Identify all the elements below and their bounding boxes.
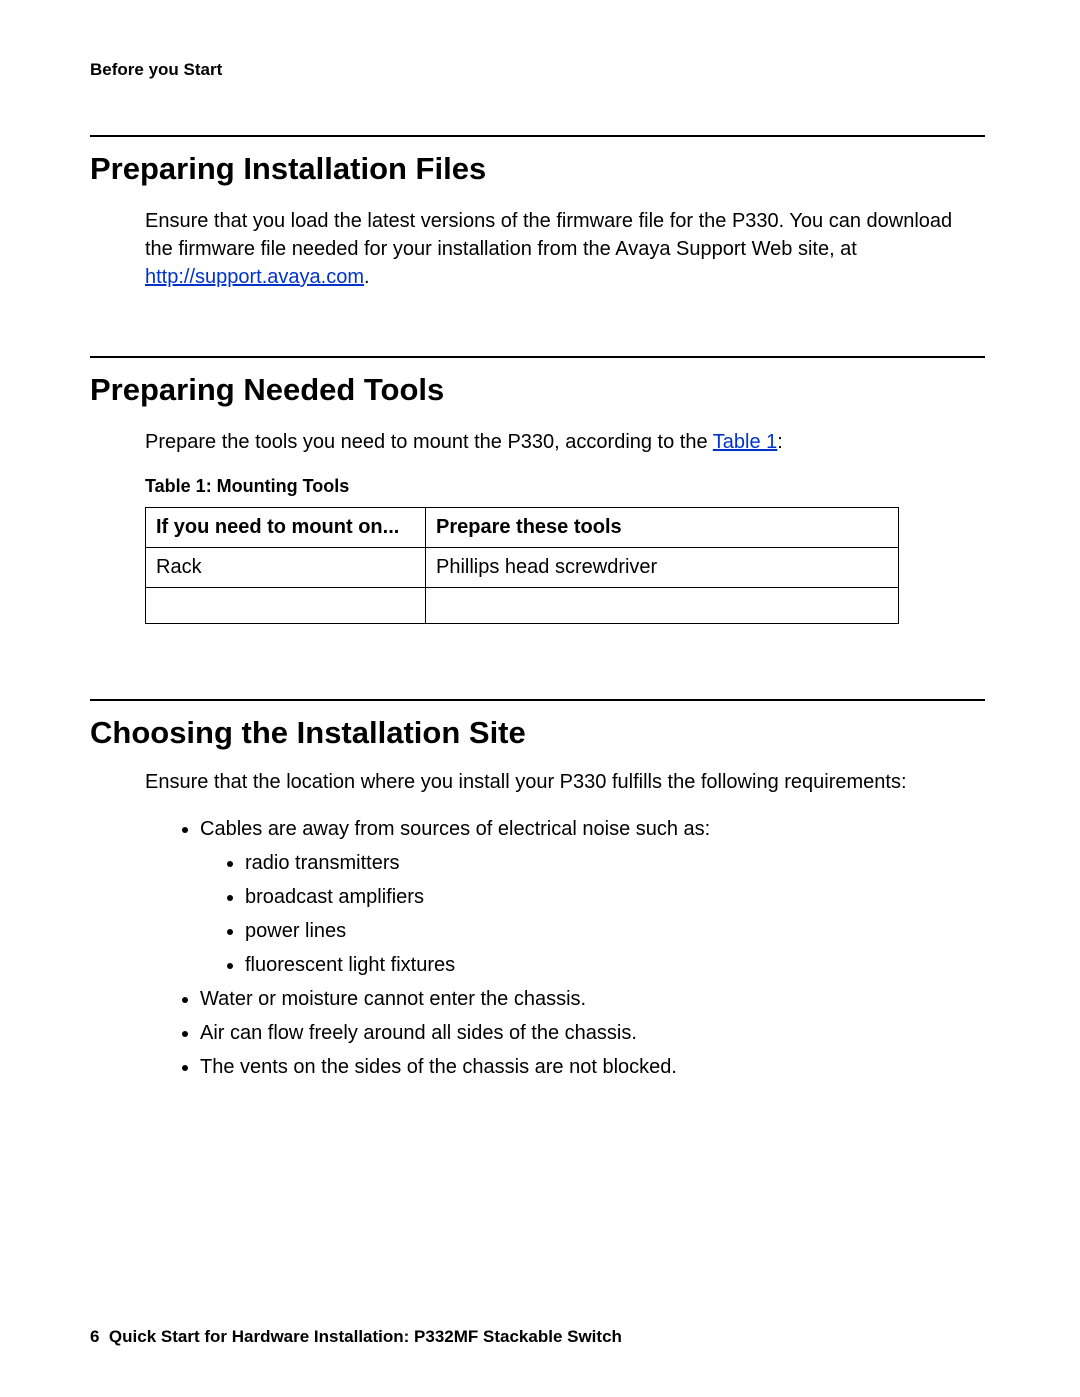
table-header-cell: Prepare these tools [426,508,899,548]
paragraph: Ensure that the location where you insta… [145,771,985,794]
paragraph: Prepare the tools you need to mount the … [145,428,985,456]
mounting-tools-table: If you need to mount on... Prepare these… [145,507,899,624]
section-rule [90,356,985,358]
text: . [364,266,370,288]
heading-choosing-installation-site: Choosing the Installation Site [90,715,985,751]
list-item: radio transmitters [245,846,985,880]
footer-doc-title: Quick Start for Hardware Installation: P… [109,1327,622,1346]
table-header-row: If you need to mount on... Prepare these… [146,508,899,548]
table-header-cell: If you need to mount on... [146,508,426,548]
section-rule [90,135,985,137]
heading-preparing-installation-files: Preparing Installation Files [90,151,985,187]
list-item: Cables are away from sources of electric… [200,812,985,982]
table-reference-link[interactable]: Table 1 [713,431,778,453]
table-cell: Phillips head screwdriver [426,548,899,588]
table-row: Rack Phillips head screwdriver [146,548,899,588]
list-item: fluorescent light fixtures [245,948,985,982]
table-cell [426,588,899,624]
list-item: power lines [245,914,985,948]
running-header: Before you Start [90,60,985,80]
page-footer: 6 Quick Start for Hardware Installation:… [90,1327,622,1347]
table-row [146,588,899,624]
page-number: 6 [90,1327,99,1346]
heading-preparing-needed-tools: Preparing Needed Tools [90,372,985,408]
table-cell: Rack [146,548,426,588]
text: : [777,431,783,453]
section-rule [90,699,985,701]
noise-sources-list: radio transmitters broadcast amplifiers … [245,846,985,982]
text: Prepare the tools you need to mount the … [145,431,713,453]
table-cell [146,588,426,624]
support-link[interactable]: http://support.avaya.com [145,266,364,288]
paragraph: Ensure that you load the latest versions… [145,207,985,291]
list-item: The vents on the sides of the chassis ar… [200,1050,985,1084]
list-item: Air can flow freely around all sides of … [200,1016,985,1050]
table-caption: Table 1: Mounting Tools [145,476,985,497]
list-item: broadcast amplifiers [245,880,985,914]
text: Cables are away from sources of electric… [200,818,710,840]
text: Ensure that you load the latest versions… [145,210,952,260]
requirements-list: Cables are away from sources of electric… [200,812,985,1084]
list-item: Water or moisture cannot enter the chass… [200,982,985,1016]
